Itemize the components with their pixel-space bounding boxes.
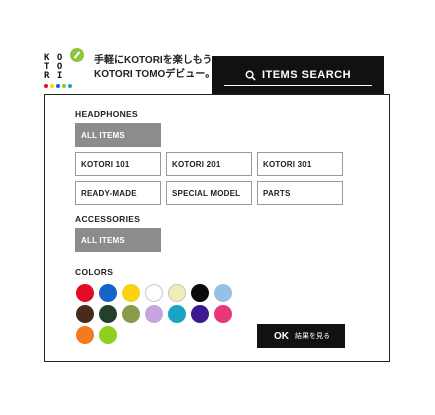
ok-sub-label: 結果を見る bbox=[295, 333, 330, 340]
filter-panel: HEADPHONES ALL ITEMS KOTORI 101 KOTORI 2… bbox=[44, 94, 390, 362]
items-search-button[interactable]: ITEMS SEARCH bbox=[212, 56, 384, 94]
color-swatch[interactable] bbox=[214, 305, 232, 323]
option-kotori-301[interactable]: KOTORI 301 bbox=[257, 152, 343, 176]
color-swatch[interactable] bbox=[168, 284, 186, 302]
color-swatch[interactable] bbox=[122, 305, 140, 323]
option-kotori-101[interactable]: KOTORI 101 bbox=[75, 152, 161, 176]
color-swatch[interactable] bbox=[76, 326, 94, 344]
items-search-label: ITEMS SEARCH bbox=[261, 69, 352, 81]
color-swatch[interactable] bbox=[145, 284, 163, 302]
logo-letters: K OT OR I bbox=[44, 53, 64, 81]
color-swatch[interactable] bbox=[168, 305, 186, 323]
color-swatch[interactable] bbox=[145, 305, 163, 323]
search-icon bbox=[245, 70, 256, 81]
tagline-line-1: 手軽にKOTORIを楽しもう! bbox=[94, 55, 216, 66]
color-swatch[interactable] bbox=[191, 284, 209, 302]
option-special-model[interactable]: SPECIAL MODEL bbox=[166, 181, 252, 205]
colors-label: COLORS bbox=[75, 267, 114, 277]
ok-label: OK bbox=[274, 330, 289, 342]
color-swatch[interactable] bbox=[76, 284, 94, 302]
headphones-label: HEADPHONES bbox=[75, 109, 138, 119]
color-swatch[interactable] bbox=[99, 284, 117, 302]
color-swatch[interactable] bbox=[122, 284, 140, 302]
headphones-all-items[interactable]: ALL ITEMS bbox=[75, 123, 161, 147]
ok-button[interactable]: OK 結果を見る bbox=[257, 324, 345, 348]
accessories-label: ACCESSORIES bbox=[75, 214, 141, 224]
logo-color-dots bbox=[44, 84, 72, 88]
color-swatch[interactable] bbox=[99, 326, 117, 344]
color-swatch[interactable] bbox=[99, 305, 117, 323]
color-swatch[interactable] bbox=[214, 284, 232, 302]
search-underline bbox=[224, 85, 372, 86]
kotori-logo[interactable]: K OT OR I bbox=[44, 48, 88, 88]
option-kotori-201[interactable]: KOTORI 201 bbox=[166, 152, 252, 176]
color-swatch[interactable] bbox=[76, 305, 94, 323]
option-parts[interactable]: PARTS bbox=[257, 181, 343, 205]
tagline: 手軽にKOTORIを楽しもう! KOTORI TOMOデビュー。 bbox=[94, 54, 216, 82]
option-ready-made[interactable]: READY-MADE bbox=[75, 181, 161, 205]
accessories-all-items[interactable]: ALL ITEMS bbox=[75, 228, 161, 252]
leaf-icon bbox=[70, 48, 84, 62]
color-swatch[interactable] bbox=[191, 305, 209, 323]
tagline-line-2: KOTORI TOMOデビュー。 bbox=[94, 69, 216, 80]
